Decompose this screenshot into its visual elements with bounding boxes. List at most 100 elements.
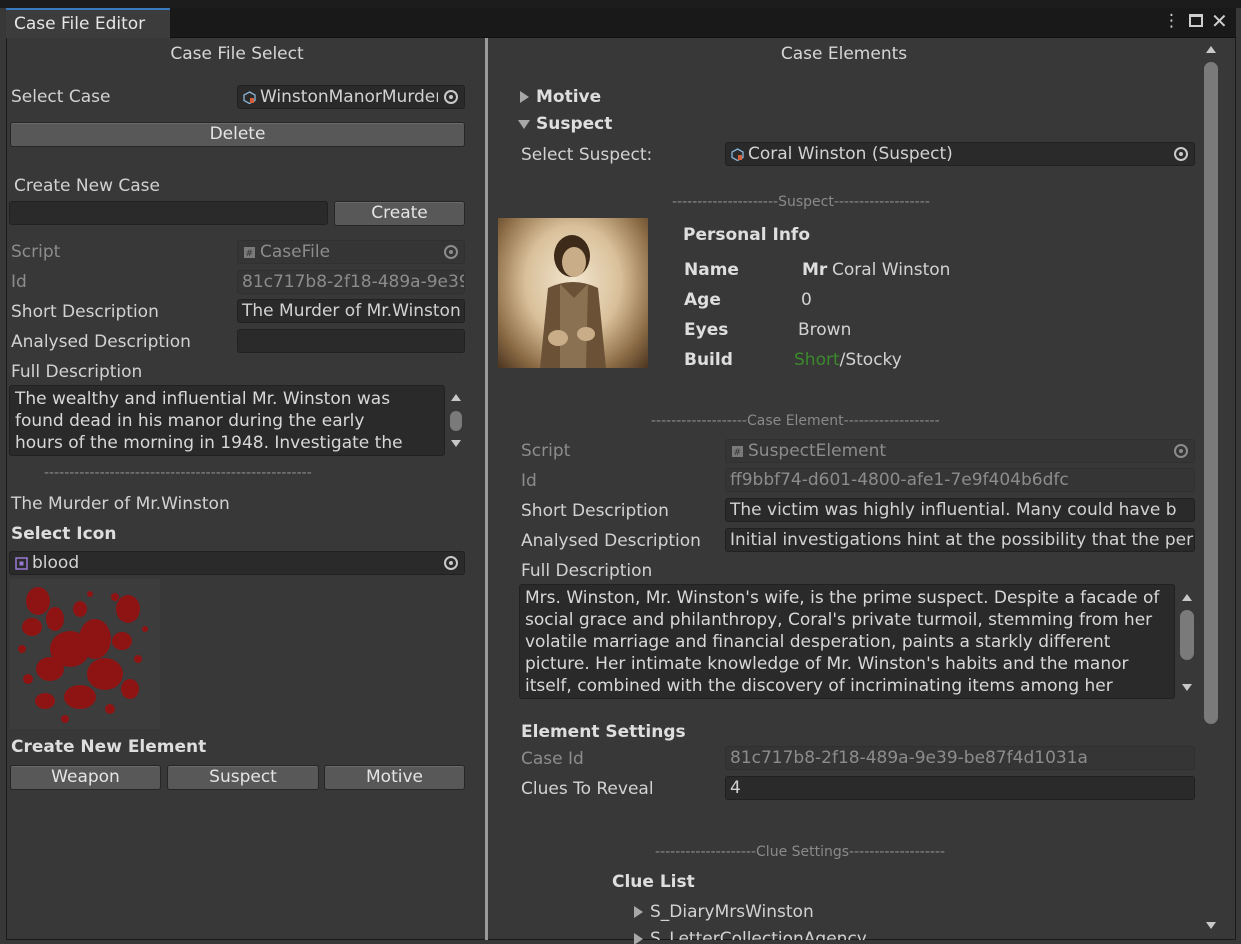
suspect-foldout[interactable]: Suspect xyxy=(536,114,612,134)
scrollbar-thumb[interactable] xyxy=(1180,610,1194,660)
info-age-value: 0 xyxy=(801,290,812,310)
element-analysed-description-input[interactable]: Initial investigations hint at the possi… xyxy=(725,528,1195,552)
info-eyes-value: Brown xyxy=(798,320,852,340)
info-name-value: Coral Winston xyxy=(832,260,951,280)
script-icon: # xyxy=(244,247,255,259)
select-suspect-value: Coral Winston (Suspect) xyxy=(748,144,953,164)
motive-foldout[interactable]: Motive xyxy=(536,87,601,107)
scroll-down-arrow-icon[interactable] xyxy=(451,440,461,447)
panel-scrollbar-thumb[interactable] xyxy=(1204,62,1218,724)
background-strip xyxy=(0,0,1241,8)
window-titlebar xyxy=(6,8,1236,38)
select-icon-field[interactable]: blood xyxy=(9,551,465,575)
clue-item[interactable]: S_LetterCollectionAgency xyxy=(650,929,867,940)
icon-value: blood xyxy=(32,553,80,573)
case-id-field: 81c717b8-2f18-489a-9e39-be87f4d1031a xyxy=(725,746,1195,770)
panel-scroll-down-arrow-icon[interactable] xyxy=(1206,922,1216,929)
blood-splatter-icon xyxy=(18,587,148,723)
svg-text:#: # xyxy=(246,249,254,259)
short-description-input[interactable]: The Murder of Mr.Winston xyxy=(237,299,465,323)
info-key-name: Name xyxy=(684,260,739,280)
element-id-label: Id xyxy=(521,471,537,491)
panel-splitter[interactable] xyxy=(485,38,488,940)
select-case-label: Select Case xyxy=(11,87,111,107)
delete-button[interactable]: Delete xyxy=(10,122,465,147)
element-full-description-textarea[interactable]: Mrs. Winston, Mr. Winston's wife, is the… xyxy=(519,584,1175,699)
full-description-textarea[interactable]: The wealthy and influential Mr. Winston … xyxy=(9,385,445,456)
info-build-value: Short/Stocky xyxy=(794,350,902,370)
scroll-up-arrow-icon[interactable] xyxy=(1182,594,1192,601)
select-case-field[interactable]: WinstonManorMurder xyxy=(237,85,465,109)
blood-icon-preview xyxy=(10,579,160,729)
script-label: Script xyxy=(11,242,61,262)
select-icon-label: Select Icon xyxy=(11,524,117,544)
sprite-icon xyxy=(15,557,28,570)
woman-portrait-image xyxy=(540,235,606,368)
close-icon[interactable]: ✕ xyxy=(1211,9,1228,33)
create-suspect-button[interactable]: Suspect xyxy=(167,765,319,790)
object-picker-icon xyxy=(1168,440,1194,462)
info-name-prefix: Mr xyxy=(802,260,828,280)
case-id-label: Case Id xyxy=(521,749,584,769)
id-label: Id xyxy=(11,272,27,292)
expand-arrow-icon[interactable] xyxy=(634,933,643,944)
build-rest: /Stocky xyxy=(839,350,902,370)
create-weapon-button[interactable]: Weapon xyxy=(10,765,161,790)
script-value: CaseFile xyxy=(260,242,331,262)
new-case-name-input[interactable] xyxy=(9,201,328,225)
object-picker-icon[interactable] xyxy=(438,86,464,108)
object-picker-icon xyxy=(438,241,464,263)
case-elements-header: Case Elements xyxy=(780,44,908,64)
scroll-down-arrow-icon[interactable] xyxy=(1182,684,1192,691)
case-title: The Murder of Mr.Winston xyxy=(11,494,230,514)
create-motive-button[interactable]: Motive xyxy=(324,765,465,790)
expand-arrow-icon[interactable] xyxy=(520,91,529,103)
clue-item[interactable]: S_DiaryMrsWinston xyxy=(650,902,814,922)
picker-dot xyxy=(449,250,453,254)
picker-dot xyxy=(1179,449,1183,453)
clues-to-reveal-input[interactable]: 4 xyxy=(725,776,1195,800)
short-description-label: Short Description xyxy=(11,302,159,322)
suspect-separator: ---------------------Suspect------------… xyxy=(672,194,930,210)
suspect-portrait xyxy=(498,218,648,368)
clue-list-label: Clue List xyxy=(612,872,695,892)
script-icon: # xyxy=(732,446,743,458)
picker-dot xyxy=(449,95,453,99)
select-suspect-field[interactable]: Coral Winston (Suspect) xyxy=(725,142,1195,166)
select-case-value: WinstonManorMurder xyxy=(260,87,443,107)
id-field: 81c717b8-2f18-489a-9e39 xyxy=(237,270,465,294)
scriptable-object-icon xyxy=(243,91,256,104)
build-highlight: Short xyxy=(794,350,840,370)
element-full-description-label: Full Description xyxy=(521,561,653,581)
create-button[interactable]: Create xyxy=(334,201,465,226)
element-script-value: SuspectElement xyxy=(748,441,887,461)
svg-text:#: # xyxy=(734,448,742,458)
full-description-label: Full Description xyxy=(11,362,143,382)
info-key-eyes: Eyes xyxy=(684,320,729,340)
element-analysed-description-label: Analysed Description xyxy=(521,531,701,551)
select-suspect-label: Select Suspect: xyxy=(521,145,653,165)
element-id-field: ff9bbf74-d601-4800-afe1-7e9f404b6dfc xyxy=(725,468,1195,492)
expand-arrow-icon[interactable] xyxy=(634,906,643,918)
element-short-description-input[interactable]: The victim was highly influential. Many … xyxy=(725,498,1195,522)
object-picker-icon[interactable] xyxy=(438,552,464,574)
info-key-build: Build xyxy=(684,350,733,370)
analysed-description-input[interactable] xyxy=(237,329,465,353)
personal-info-label: Personal Info xyxy=(683,225,810,245)
scroll-up-arrow-icon[interactable] xyxy=(451,394,461,401)
picker-dot xyxy=(1179,152,1183,156)
create-new-case-label: Create New Case xyxy=(14,176,160,196)
scrollbar-thumb[interactable] xyxy=(450,411,462,431)
case-element-separator: -------------------Case Element---------… xyxy=(651,413,940,429)
create-new-element-label: Create New Element xyxy=(11,737,207,757)
object-picker-icon[interactable] xyxy=(1168,143,1194,165)
picker-dot xyxy=(449,561,453,565)
collapse-arrow-icon[interactable] xyxy=(518,120,530,129)
analysed-description-label: Analysed Description xyxy=(11,332,191,352)
info-key-age: Age xyxy=(684,290,721,310)
kebab-menu-icon[interactable]: ⋮ xyxy=(1163,11,1180,31)
script-field: # CaseFile xyxy=(237,240,465,264)
scriptable-object-icon xyxy=(731,148,744,161)
maximize-icon[interactable] xyxy=(1189,14,1203,27)
panel-scroll-up-arrow-icon[interactable] xyxy=(1206,46,1216,53)
